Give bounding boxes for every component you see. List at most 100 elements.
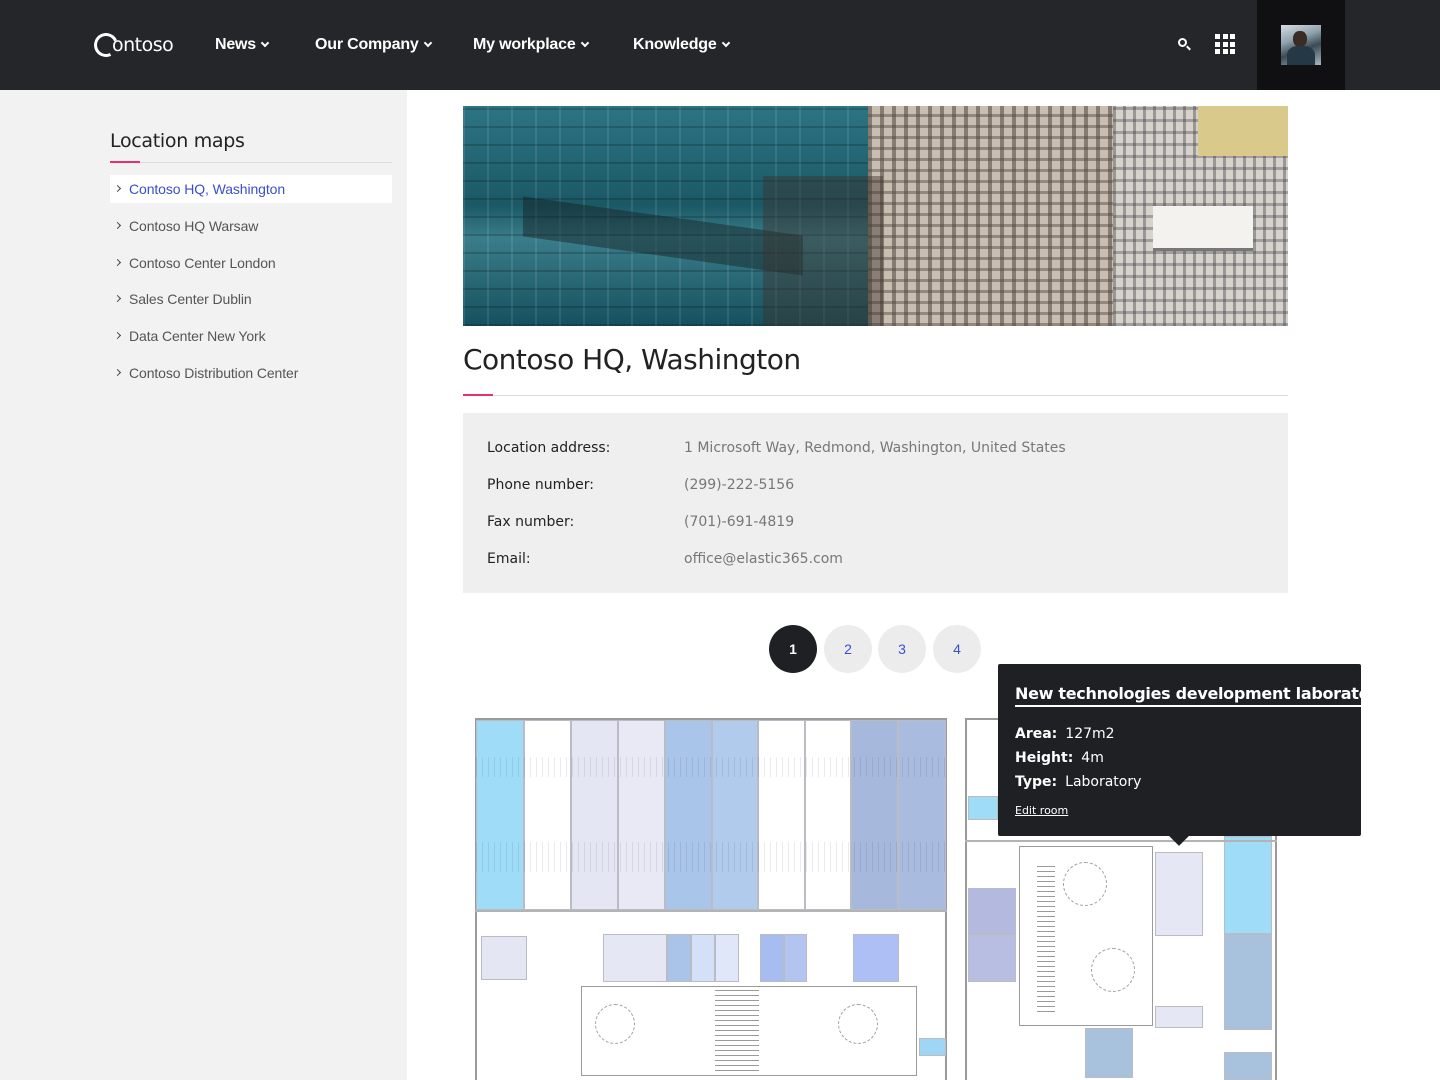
tooltip-height-label: Height: — [1015, 750, 1074, 766]
sidebar-item-contoso-distribution-center[interactable]: Contoso Distribution Center — [110, 359, 392, 387]
floor-room[interactable] — [667, 934, 691, 982]
floor-room[interactable] — [691, 934, 715, 982]
sidebar-item-contoso-hq-warsaw[interactable]: Contoso HQ Warsaw — [110, 212, 392, 240]
sidebar-item-contoso-hq-washington[interactable]: Contoso HQ, Washington — [110, 175, 392, 203]
floor-room[interactable] — [524, 720, 571, 910]
floor-room[interactable] — [1155, 1006, 1203, 1028]
floor-page-1-button[interactable]: 1 — [769, 625, 817, 673]
floor-plan-hatch — [476, 842, 946, 872]
floor-room[interactable] — [851, 720, 898, 910]
tooltip-type-row: Type: Laboratory — [1015, 774, 1141, 790]
nav-our-company[interactable]: Our Company — [315, 34, 432, 56]
floor-room[interactable] — [712, 720, 758, 910]
sidebar-title: Location maps — [110, 130, 245, 152]
floor-room[interactable] — [715, 934, 739, 982]
logo-text: ontoso — [112, 34, 174, 56]
search-icon[interactable] — [1178, 38, 1192, 52]
tooltip-area-value: 127m2 — [1065, 726, 1115, 742]
nav-my-workplace[interactable]: My workplace — [473, 34, 589, 56]
floor-room[interactable] — [760, 934, 784, 982]
email-value: office@elastic365.com — [684, 551, 843, 567]
nav-news[interactable]: News — [215, 34, 270, 56]
tooltip-area-row: Area: 127m2 — [1015, 726, 1115, 742]
phone-label: Phone number: — [487, 477, 594, 493]
room-tooltip: New technologies development laboratory … — [998, 664, 1387, 836]
contoso-logo[interactable]: ontoso — [90, 29, 174, 61]
chevron-down-icon — [580, 38, 589, 48]
chevron-right-icon — [113, 258, 122, 267]
chevron-down-icon — [721, 38, 730, 48]
edit-room-link[interactable]: Edit room — [1015, 804, 1068, 817]
top-navigation-bar: ontoso News Our Company My workplace Kno… — [0, 0, 1440, 90]
address-value: 1 Microsoft Way, Redmond, Washington, Un… — [684, 440, 1066, 456]
floor-room[interactable] — [853, 934, 899, 982]
fax-label: Fax number: — [487, 514, 575, 530]
sidebar-item-contoso-center-london[interactable]: Contoso Center London — [110, 249, 392, 277]
tree-icon — [595, 1004, 635, 1044]
address-label: Location address: — [487, 440, 611, 456]
floor-room[interactable] — [784, 934, 807, 982]
user-menu — [1257, 0, 1345, 90]
tooltip-type-value: Laboratory — [1065, 774, 1142, 790]
floor-room[interactable] — [571, 720, 618, 910]
nav-my-workplace-label: My workplace — [473, 36, 576, 53]
floor-room[interactable] — [1224, 1052, 1272, 1080]
floor-room[interactable] — [1085, 1028, 1133, 1078]
floor-room[interactable] — [805, 720, 851, 910]
floor-room[interactable] — [758, 720, 805, 910]
page-title: Contoso HQ, Washington — [463, 343, 801, 376]
floor-plan-stairs — [1037, 862, 1055, 1012]
tree-icon — [1063, 862, 1107, 906]
avatar[interactable] — [1281, 25, 1321, 65]
tooltip-area-label: Area: — [1015, 726, 1058, 742]
floor-room[interactable] — [1224, 836, 1272, 934]
chevron-right-icon — [113, 368, 122, 377]
location-hero-image — [463, 106, 1288, 326]
floor-room[interactable] — [968, 934, 1016, 982]
title-accent-line — [463, 394, 493, 396]
sidebar-item-label: Contoso HQ Warsaw — [129, 218, 259, 234]
chevron-right-icon — [113, 184, 122, 193]
tree-icon — [838, 1004, 878, 1044]
floor-room[interactable] — [476, 720, 524, 910]
sidebar-item-data-center-new-york[interactable]: Data Center New York — [110, 322, 392, 350]
new-technologies-lab-room[interactable] — [1155, 852, 1203, 936]
chevron-down-icon — [423, 38, 432, 48]
nav-knowledge[interactable]: Knowledge — [633, 34, 730, 56]
chevron-right-icon — [113, 294, 122, 303]
nav-our-company-label: Our Company — [315, 36, 419, 53]
floor-room[interactable] — [968, 888, 1016, 934]
floor-room[interactable] — [919, 1038, 946, 1056]
floor-plan-hatch — [476, 757, 946, 777]
floor-page-3-button[interactable]: 3 — [878, 625, 926, 673]
floor-room[interactable] — [603, 934, 667, 982]
floor-page-2-button[interactable]: 2 — [824, 625, 872, 673]
nav-news-label: News — [215, 36, 256, 53]
apps-grid-icon[interactable] — [1215, 34, 1235, 54]
tree-icon — [1091, 948, 1135, 992]
sidebar-item-sales-center-dublin[interactable]: Sales Center Dublin — [110, 285, 392, 313]
floor-room[interactable] — [665, 720, 712, 910]
sidebar-item-label: Contoso HQ, Washington — [129, 181, 286, 197]
floor-room[interactable] — [618, 720, 665, 910]
sidebar-item-label: Data Center New York — [129, 328, 266, 344]
tooltip-height-row: Height: 4m — [1015, 750, 1104, 766]
floor-room[interactable] — [481, 936, 527, 980]
tooltip-height-value: 4m — [1081, 750, 1104, 766]
email-label: Email: — [487, 551, 531, 567]
sidebar-item-label: Contoso Center London — [129, 255, 276, 271]
floor-page-4-button[interactable]: 4 — [933, 625, 981, 673]
chevron-down-icon — [260, 38, 270, 48]
floor-plan-stairs — [715, 986, 759, 1076]
floor-room[interactable] — [1224, 934, 1272, 1030]
chevron-right-icon — [113, 331, 122, 340]
sidebar-accent-line — [110, 161, 140, 163]
floor-room[interactable] — [968, 796, 998, 820]
floor-room[interactable] — [898, 720, 946, 910]
floor-plan-corridor-line — [475, 910, 947, 912]
tooltip-title: New technologies development laboratory — [1015, 684, 1387, 707]
sidebar: Location maps Contoso HQ, Washington Con… — [0, 90, 407, 1080]
nav-knowledge-label: Knowledge — [633, 36, 717, 53]
sidebar-item-label: Contoso Distribution Center — [129, 365, 299, 381]
sidebar-divider — [110, 162, 392, 163]
